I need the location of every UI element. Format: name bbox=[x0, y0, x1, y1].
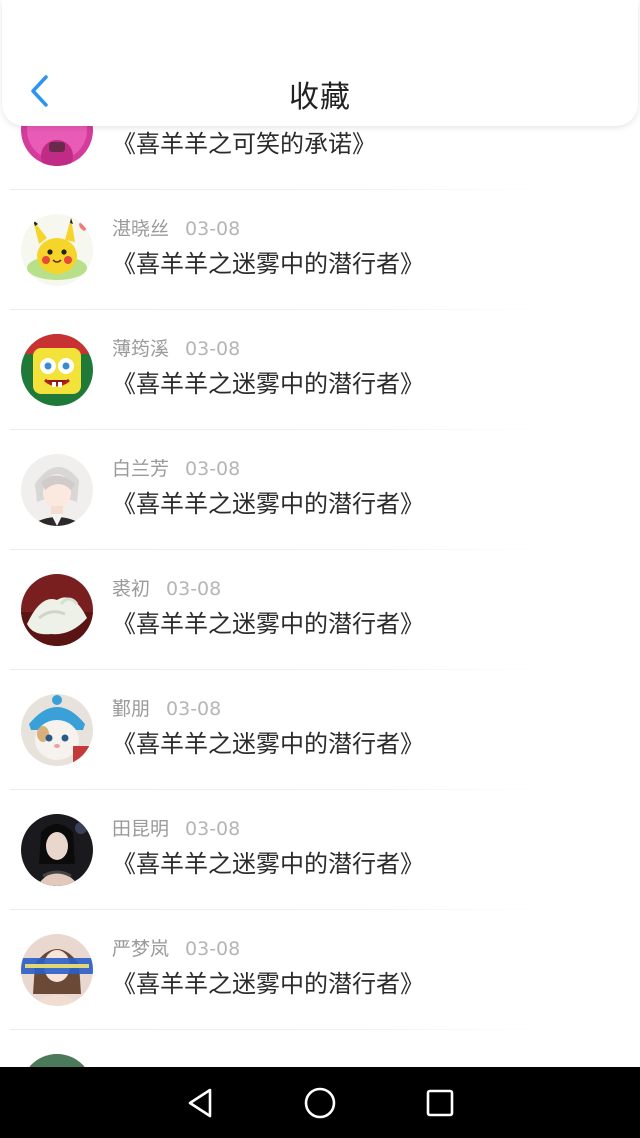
item-date: 03-08 bbox=[166, 698, 222, 720]
item-title: 《喜羊羊之迷雾中的潜行者》 bbox=[112, 490, 424, 518]
item-date: 03-08 bbox=[185, 938, 241, 960]
item-title: 《喜羊羊之可笑的承诺》 bbox=[112, 130, 376, 158]
list-item[interactable]: 严梦岚 03-08 《喜羊羊之迷雾中的潜行者》 bbox=[0, 910, 640, 1030]
nav-back-button[interactable] bbox=[176, 1079, 224, 1127]
page-title: 收藏 bbox=[289, 80, 351, 115]
screen: 收藏 《喜羊羊之可笑的承诺》 湛晓丝 03-08 《喜羊羊之迷雾中的潜行者》 薄… bbox=[0, 0, 640, 1138]
item-title: 《喜羊羊之迷雾中的潜行者》 bbox=[112, 370, 424, 398]
item-date: 03-08 bbox=[185, 458, 241, 480]
list-item[interactable]: 白兰芳 03-08 《喜羊羊之迷雾中的潜行者》 bbox=[0, 430, 640, 550]
avatar bbox=[21, 574, 93, 646]
avatar bbox=[21, 694, 93, 766]
item-title: 《喜羊羊之迷雾中的潜行者》 bbox=[112, 730, 424, 758]
item-title: 《喜羊羊之迷雾中的潜行者》 bbox=[112, 610, 424, 638]
item-meta: 湛晓丝 03-08 bbox=[112, 214, 240, 241]
author-name: 鄞朋 bbox=[112, 698, 151, 720]
header-bar: 收藏 bbox=[2, 0, 638, 126]
author-name: 湛晓丝 bbox=[112, 218, 170, 240]
item-date: 03-08 bbox=[185, 338, 241, 360]
system-nav-bar bbox=[0, 1067, 640, 1138]
author-name: 白兰芳 bbox=[112, 458, 170, 480]
list-item[interactable]: 田昆明 03-08 《喜羊羊之迷雾中的潜行者》 bbox=[0, 790, 640, 910]
back-triangle-icon bbox=[188, 1088, 212, 1117]
item-date: 03-08 bbox=[166, 578, 222, 600]
list-item[interactable]: 薄筠溪 03-08 《喜羊羊之迷雾中的潜行者》 bbox=[0, 310, 640, 430]
list-item[interactable]: 裘初 03-08 《喜羊羊之迷雾中的潜行者》 bbox=[0, 550, 640, 670]
avatar bbox=[21, 214, 93, 286]
item-title: 《喜羊羊之迷雾中的潜行者》 bbox=[112, 850, 424, 878]
item-meta: 白兰芳 03-08 bbox=[112, 454, 240, 481]
item-meta: 鄞朋 03-08 bbox=[112, 694, 221, 721]
nav-home-button[interactable] bbox=[296, 1079, 344, 1127]
avatar bbox=[21, 814, 93, 886]
item-title: 《喜羊羊之迷雾中的潜行者》 bbox=[112, 250, 424, 278]
item-date: 03-08 bbox=[185, 818, 241, 840]
avatar bbox=[21, 1054, 93, 1067]
author-name: 薄筠溪 bbox=[112, 338, 170, 360]
list-item[interactable]: 湛晓丝 03-08 《喜羊羊之迷雾中的潜行者》 bbox=[0, 190, 640, 310]
list-item[interactable] bbox=[0, 1030, 640, 1067]
item-meta: 田昆明 03-08 bbox=[112, 814, 240, 841]
item-title: 《喜羊羊之迷雾中的潜行者》 bbox=[112, 970, 424, 998]
favorites-list: 《喜羊羊之可笑的承诺》 湛晓丝 03-08 《喜羊羊之迷雾中的潜行者》 薄筠溪 … bbox=[0, 100, 640, 1067]
author-name: 裘初 bbox=[112, 578, 151, 600]
list-item[interactable]: 鄞朋 03-08 《喜羊羊之迷雾中的潜行者》 bbox=[0, 670, 640, 790]
item-date: 03-08 bbox=[185, 218, 241, 240]
avatar bbox=[21, 934, 93, 1006]
home-circle-icon bbox=[304, 1087, 336, 1118]
author-name: 田昆明 bbox=[112, 818, 170, 840]
nav-recents-button[interactable] bbox=[416, 1079, 464, 1127]
avatar bbox=[21, 454, 93, 526]
item-meta: 薄筠溪 03-08 bbox=[112, 334, 240, 361]
avatar bbox=[21, 334, 93, 406]
item-meta: 裘初 03-08 bbox=[112, 574, 221, 601]
item-meta: 严梦岚 03-08 bbox=[112, 934, 240, 961]
author-name: 严梦岚 bbox=[112, 938, 170, 960]
recents-square-icon bbox=[426, 1089, 454, 1116]
